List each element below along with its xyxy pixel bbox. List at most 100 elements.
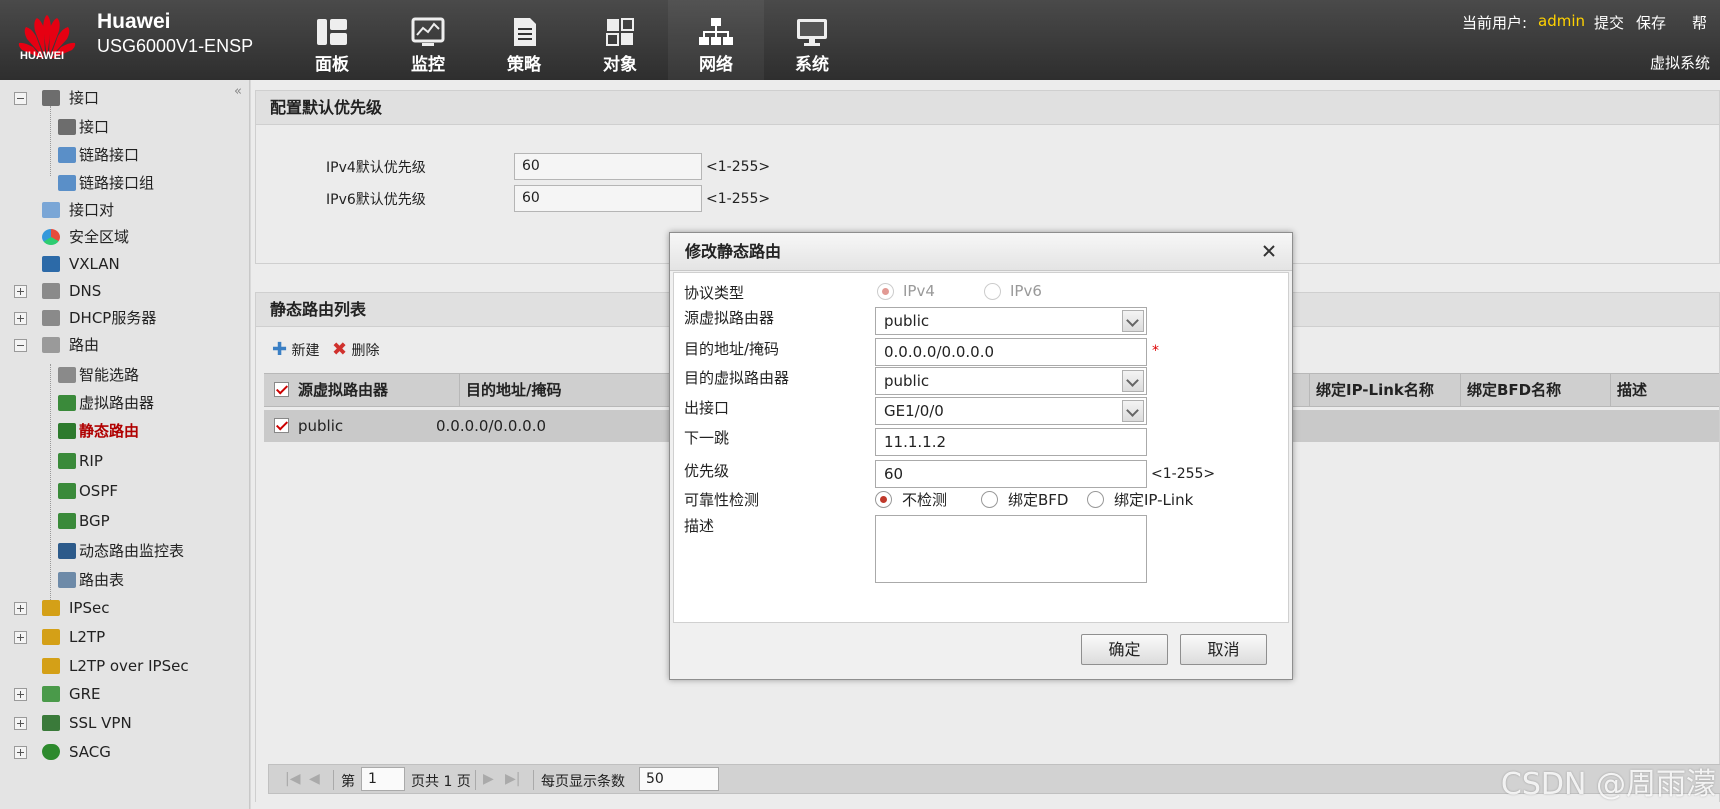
first-page-icon[interactable]: |◀ [285,771,300,787]
next-page-icon[interactable]: ▶ [483,771,494,787]
chevron-down-icon [1122,310,1144,332]
no-detect-radio[interactable] [875,491,892,508]
dest-vr-value: public [884,372,930,390]
nav-dashboard[interactable]: 面板 [284,0,380,80]
sidebar-item-link-interface[interactable]: 链路接口 [0,143,240,167]
collapse-toggle-icon[interactable] [14,92,27,105]
row-checkbox[interactable] [274,418,289,433]
sidebar-item-label: IPSec [69,599,110,617]
sidebar-item-l2tp-over-ipsec[interactable]: L2TP over IPSec [0,654,240,678]
nav-label: 系统 [795,55,829,75]
sidebar-item-ospf[interactable]: OSPF [0,479,240,503]
per-page-select[interactable]: 50 [639,767,719,791]
sidebar-item-vxlan[interactable]: VXLAN [0,252,240,276]
out-interface-select[interactable]: GE1/0/0 [875,397,1147,425]
close-icon[interactable] [1260,242,1278,260]
sidebar-item-ipsec[interactable]: IPSec [0,596,240,620]
sidebar-item-routing-table[interactable]: 路由表 [0,568,240,592]
sidebar-item-l2tp[interactable]: L2TP [0,625,240,649]
sidebar-item-bgp[interactable]: BGP [0,509,240,533]
sidebar-item-label: 接口对 [69,201,115,219]
link-interface-icon [58,147,76,163]
divider [333,770,334,790]
nav-system[interactable]: 系统 [764,0,860,80]
save-link[interactable]: 保存 [1636,12,1666,33]
last-page-icon[interactable]: ▶| [505,771,520,787]
sidebar-item-rip[interactable]: RIP [0,449,240,473]
dialog-body: 协议类型 IPv4 IPv6 源虚拟路由器 public 目的地址/掩码 0.0… [673,272,1289,623]
submit-link[interactable]: 提交 [1594,12,1624,33]
nav-object[interactable]: 对象 [572,0,668,80]
sidebar-item-label: 路由 [69,336,100,354]
nav-network[interactable]: 网络 [668,0,764,80]
prev-page-icon[interactable]: ◀ [309,771,320,787]
sidebar-item-virtual-router[interactable]: 虚拟路由器 [0,391,240,415]
nav-policy[interactable]: 策略 [476,0,572,80]
sidebar-item-static-route[interactable]: 静态路由 [0,419,240,443]
sidebar-item-dns[interactable]: DNS [0,279,240,303]
bind-bfd-radio[interactable] [981,491,998,508]
expand-toggle-icon[interactable] [14,688,27,701]
expand-toggle-icon[interactable] [14,602,27,615]
security-zone-icon [42,229,60,245]
route-toolbar: ✚ 新建 ✖ 删除 [272,339,672,361]
expand-toggle-icon[interactable] [14,285,27,298]
dest-input[interactable]: 0.0.0.0/0.0.0.0 [875,338,1147,366]
sidebar-item-interface[interactable]: 接口 [0,115,240,139]
expand-toggle-icon[interactable] [14,631,27,644]
nav-monitor[interactable]: 监控 [380,0,476,80]
nav-label: 网络 [699,55,733,75]
bind-iplink-label: 绑定IP-Link [1114,491,1194,509]
column-src-vr[interactable]: 源虚拟路由器 [292,374,460,406]
new-route-button[interactable]: ✚ 新建 [272,339,320,360]
help-link[interactable]: 帮 [1692,12,1707,33]
dest-vr-select[interactable]: public [875,367,1147,395]
logo-text: HUAWEI [20,50,64,62]
sidebar-item-label: 路由表 [79,571,125,589]
bind-iplink-radio[interactable] [1087,491,1104,508]
sidebar-item-dynamic-route-monitor[interactable]: 动态路由监控表 [0,539,240,563]
next-hop-input[interactable]: 11.1.1.2 [875,428,1147,456]
ipv4-priority-input[interactable]: 60 [514,153,702,180]
sidebar-item-link-interface-group[interactable]: 链路接口组 [0,171,240,195]
dhcp-server-icon [42,310,60,326]
column-iplink[interactable]: 绑定IP-Link名称 [1309,374,1461,406]
description-label: 描述 [684,517,715,535]
sidebar-item-smart-routing[interactable]: 智能选路 [0,363,240,387]
src-vr-value: public [884,312,930,330]
vxlan-icon [42,256,60,272]
sidebar-item-interface-group[interactable]: 接口 [0,86,240,110]
sidebar-item-label: OSPF [79,482,119,500]
sidebar-item-routing[interactable]: 路由 [0,333,240,357]
page-number-input[interactable]: 1 [361,767,405,791]
delete-route-button[interactable]: ✖ 删除 [332,339,380,360]
sidebar-item-sacg[interactable]: SACG [0,740,240,764]
sidebar-item-label: 智能选路 [79,366,140,384]
router-icon [42,337,60,353]
collapse-toggle-icon[interactable] [14,339,27,352]
sidebar-item-ssl-vpn[interactable]: SSL VPN [0,711,240,735]
expand-toggle-icon[interactable] [14,717,27,730]
current-user-name: admin [1538,12,1585,30]
column-bfd[interactable]: 绑定BFD名称 [1461,374,1611,406]
virtual-system-link[interactable]: 虚拟系统 [1650,52,1710,73]
interface-pair-icon [42,202,60,218]
nav-label: 对象 [603,55,637,75]
ipv4-radio[interactable] [877,283,894,300]
sidebar-item-dhcp-server[interactable]: DHCP服务器 [0,306,240,330]
column-dest[interactable]: 目的地址/掩码 [460,374,680,406]
ipv6-radio[interactable] [984,283,1001,300]
sidebar-item-security-zone[interactable]: 安全区域 [0,225,240,249]
src-vr-select[interactable]: public [875,307,1147,335]
ok-button[interactable]: 确定 [1081,634,1168,665]
sidebar-item-gre[interactable]: GRE [0,682,240,706]
cancel-button[interactable]: 取消 [1180,634,1267,665]
expand-toggle-icon[interactable] [14,746,27,759]
ipv6-priority-input[interactable]: 60 [514,185,702,212]
expand-toggle-icon[interactable] [14,312,27,325]
sidebar-item-interface-pair[interactable]: 接口对 [0,198,240,222]
select-all-checkbox[interactable] [274,382,289,397]
priority-input[interactable]: 60 [875,460,1147,488]
column-description[interactable]: 描述 [1611,374,1720,406]
description-textarea[interactable] [875,515,1147,583]
